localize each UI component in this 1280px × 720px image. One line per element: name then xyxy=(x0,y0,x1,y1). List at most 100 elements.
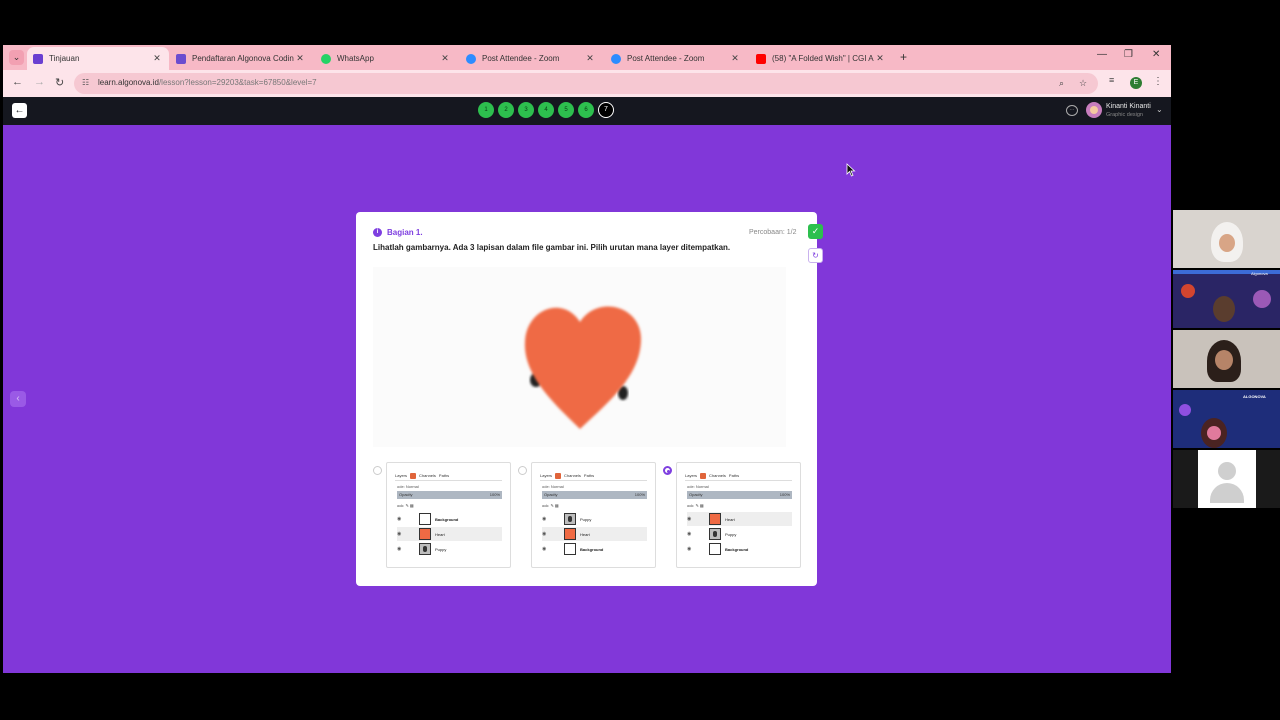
layer-name: Background xyxy=(435,516,459,522)
reset-button[interactable]: ↻ xyxy=(808,248,823,263)
browser-window: ⌄ Tinjauan ✕ Pendaftaran Algonova Coding… xyxy=(3,45,1171,673)
tab-title: Post Attendee - Zoom xyxy=(627,54,705,63)
participant-face xyxy=(1219,234,1235,252)
zoom-tile-participant-1[interactable] xyxy=(1173,210,1280,268)
channels-icon xyxy=(410,472,417,479)
menu-kebab-icon[interactable]: ⋮ xyxy=(1153,76,1163,87)
close-icon[interactable]: ✕ xyxy=(584,53,596,64)
zoom-tile-participant-4[interactable]: ALGONOVA xyxy=(1173,390,1280,448)
site-info-icon[interactable]: ☷ xyxy=(82,78,89,87)
mouse-cursor-icon xyxy=(846,163,856,177)
layer-name: Heart xyxy=(725,516,735,522)
eye-icon: ◉ xyxy=(397,516,402,522)
address-bar[interactable]: ☷ learn.algonova.id/lesson?lesson=29203&… xyxy=(74,73,1098,94)
forms-favicon-icon xyxy=(176,53,186,64)
layer-name: Puppy xyxy=(435,546,447,552)
avatar[interactable] xyxy=(1086,102,1102,118)
layer-row: ◉ Puppy xyxy=(542,512,647,526)
option-2-radio[interactable] xyxy=(518,466,527,475)
profile-avatar[interactable]: E xyxy=(1130,77,1142,89)
layer-row: ◉ Background xyxy=(542,542,647,556)
tab-tinjauan[interactable]: Tinjauan ✕ xyxy=(27,47,169,70)
exit-lesson-button[interactable]: ← xyxy=(12,103,27,118)
lock-row: ock: ✎ ▦ xyxy=(397,503,414,508)
layers-tab: Layers xyxy=(685,473,698,478)
heart-puppy-image xyxy=(524,306,641,429)
step-7-current[interactable]: 7 xyxy=(598,102,614,118)
layer-name: Puppy xyxy=(580,516,592,522)
browser-toolbar: ← → ↻ ☷ learn.algonova.id/lesson?lesson=… xyxy=(3,70,1171,97)
layer-thumb-heart xyxy=(564,528,576,540)
opacity-label: Opacity xyxy=(399,492,413,497)
tab-search-icon[interactable]: ⌄ xyxy=(9,50,24,65)
space-decoration xyxy=(1181,284,1195,298)
channels-tab: Channels xyxy=(564,473,581,478)
tab-title: (58) "A Folded Wish" | CGI Anim xyxy=(772,54,874,63)
option-2-layers-panel[interactable]: Layers Channels Paths ode: Normal Opacit… xyxy=(531,462,656,568)
layer-name: Puppy xyxy=(725,531,737,537)
channels-tab: Channels xyxy=(709,473,726,478)
step-1[interactable]: 1 xyxy=(478,102,494,118)
bookmark-star-icon[interactable]: ☆ xyxy=(1079,78,1087,89)
previous-task-button[interactable]: ‹ xyxy=(10,391,26,407)
close-icon[interactable]: ✕ xyxy=(151,53,163,64)
minimize-icon[interactable]: — xyxy=(1097,49,1107,60)
chat-icon[interactable]: ··· xyxy=(1066,105,1078,116)
question-card: i Bagian 1. Percobaan: 1/2 ✓ ↻ Lihatlah … xyxy=(356,212,823,586)
opacity-value: 100% xyxy=(489,492,500,497)
tab-whatsapp[interactable]: WhatsApp ✕ xyxy=(315,47,457,70)
close-icon[interactable]: ✕ xyxy=(729,53,741,64)
back-arrow-icon[interactable]: ← xyxy=(12,76,23,88)
tile-brand-text: Algonova xyxy=(1251,271,1268,276)
panel-tabs: Layers Channels Paths xyxy=(395,471,502,481)
url-path: /lesson?lesson=29203&task=67850&level=7 xyxy=(158,78,317,87)
user-name[interactable]: Kinanti Kinanti xyxy=(1106,103,1151,110)
zoom-tile-participant-5[interactable] xyxy=(1173,450,1280,508)
reload-icon[interactable]: ↻ xyxy=(55,76,64,89)
window-close-icon[interactable]: ✕ xyxy=(1152,49,1160,60)
close-icon[interactable]: ✕ xyxy=(294,53,306,64)
zoom-tile-participant-2[interactable]: Algonova xyxy=(1173,270,1280,328)
user-silhouette-icon xyxy=(1218,462,1236,480)
opacity-bar: Opacity 100% xyxy=(542,491,647,499)
layer-row: ◉ Puppy xyxy=(687,527,792,541)
tab-title: Pendaftaran Algonova Coding xyxy=(192,54,294,63)
close-icon[interactable]: ✕ xyxy=(439,53,451,64)
option-3-layers-panel[interactable]: Layers Channels Paths ode: Normal Opacit… xyxy=(676,462,801,568)
tab-zoom-1[interactable]: Post Attendee - Zoom ✕ xyxy=(460,47,602,70)
paths-tab: Paths xyxy=(583,473,595,478)
tab-zoom-2[interactable]: Post Attendee - Zoom ✕ xyxy=(605,47,747,70)
step-6[interactable]: 6 xyxy=(578,102,594,118)
participant-face xyxy=(1213,296,1235,322)
step-2[interactable]: 2 xyxy=(498,102,514,118)
whatsapp-favicon-icon xyxy=(321,53,331,64)
zoom-tile-participant-3[interactable] xyxy=(1173,330,1280,388)
tab-title: WhatsApp xyxy=(337,54,374,63)
tab-pendaftaran[interactable]: Pendaftaran Algonova Coding ✕ xyxy=(170,47,312,70)
panel-tabs: Layers Channels Paths xyxy=(540,471,647,481)
option-3-radio-selected[interactable] xyxy=(663,466,672,475)
check-answer-button[interactable]: ✓ xyxy=(808,224,823,239)
step-5[interactable]: 5 xyxy=(558,102,574,118)
chevron-down-icon[interactable]: ⌄ xyxy=(1156,105,1163,114)
step-4[interactable]: 4 xyxy=(538,102,554,118)
media-control-icon[interactable]: ≡ xyxy=(1109,75,1114,85)
option-1-radio[interactable] xyxy=(373,466,382,475)
restore-icon[interactable]: ❐ xyxy=(1124,49,1133,60)
zoom-lens-icon[interactable]: ⌕ xyxy=(1059,78,1064,89)
tab-youtube[interactable]: (58) "A Folded Wish" | CGI Anim ✕ xyxy=(750,47,892,70)
layer-row: ◉ Heart xyxy=(687,512,792,526)
eye-icon: ◉ xyxy=(397,531,402,537)
layer-thumb-heart xyxy=(709,513,721,525)
layer-thumb-background xyxy=(709,543,721,555)
forward-arrow-icon[interactable]: → xyxy=(34,76,45,88)
layer-name: Background xyxy=(725,546,749,552)
step-3[interactable]: 3 xyxy=(518,102,534,118)
zoom-favicon-icon xyxy=(466,53,476,64)
close-icon[interactable]: ✕ xyxy=(874,53,886,64)
question-image xyxy=(373,267,786,447)
new-tab-icon[interactable]: + xyxy=(900,50,907,64)
channels-tab: Channels xyxy=(419,473,436,478)
option-1-layers-panel[interactable]: Layers Channels Paths ode: Normal Opacit… xyxy=(386,462,511,568)
paths-tab: Paths xyxy=(438,473,450,478)
